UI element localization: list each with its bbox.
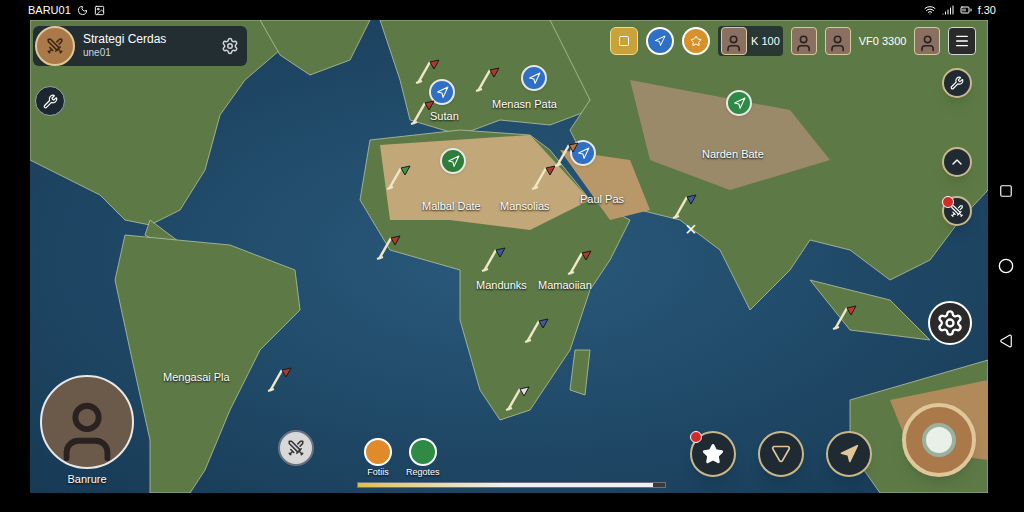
clock: f.30 <box>978 2 996 19</box>
attack-button[interactable] <box>942 196 972 226</box>
tools-icon <box>950 76 964 90</box>
commander-portrait[interactable] <box>40 375 134 469</box>
unit-icon <box>528 72 541 85</box>
item-slot[interactable]: Regotes <box>406 438 440 480</box>
item-slot[interactable]: Fotiis <box>364 438 392 480</box>
close-mark[interactable]: × <box>685 219 697 239</box>
back-icon[interactable] <box>999 334 1013 348</box>
crossed-tools-icon <box>287 439 305 457</box>
status-bar: BARU01 f.30 <box>0 0 1024 20</box>
commander-name: Banrure <box>67 471 106 488</box>
leader-portrait[interactable] <box>721 27 747 55</box>
map-label: Paul Pas <box>580 191 624 208</box>
player-portrait[interactable] <box>914 27 940 55</box>
map-label: Mamaoiian <box>538 277 592 294</box>
globe-icon[interactable] <box>646 27 674 55</box>
profile-subtitle: une01 <box>83 47 213 60</box>
person-icon <box>918 33 937 54</box>
wifi-icon <box>924 4 936 16</box>
battery-icon <box>960 4 972 16</box>
map-badge[interactable] <box>521 65 547 91</box>
person-icon <box>724 33 743 54</box>
arrow-icon <box>839 444 859 464</box>
flag-icon[interactable] <box>829 302 859 332</box>
person-icon <box>828 33 847 54</box>
resource-bar: K 100 VF0 3300 <box>610 26 976 56</box>
world-map[interactable] <box>30 20 988 493</box>
flag-icon[interactable] <box>472 64 502 94</box>
unit-icon <box>436 86 449 99</box>
image-icon <box>94 5 105 16</box>
item-label: Regotes <box>406 466 440 480</box>
notification-icon <box>77 5 88 16</box>
ally-portrait[interactable] <box>791 27 817 55</box>
map-label: Menasn Pata <box>492 96 557 113</box>
flag-icon[interactable] <box>521 315 551 345</box>
alert-badge <box>690 431 702 443</box>
nav-bar <box>988 20 1024 512</box>
map-badge[interactable] <box>440 148 466 174</box>
flag-icon[interactable] <box>502 383 532 413</box>
item-icon <box>409 438 437 466</box>
item-icon <box>364 438 392 466</box>
compass-button[interactable] <box>278 430 314 466</box>
signal-icon <box>942 4 954 16</box>
map-label: Mengasai Pla <box>163 369 230 386</box>
favorite-button[interactable] <box>690 431 736 477</box>
map-label: Narden Bate <box>702 146 764 163</box>
map-label: Mandunks <box>476 277 527 294</box>
home-icon[interactable] <box>998 258 1014 274</box>
flag-icon[interactable] <box>373 232 403 262</box>
recents-icon[interactable] <box>999 184 1013 198</box>
map-label: Malbal Date <box>422 198 481 215</box>
flag-icon[interactable] <box>478 244 508 274</box>
unit-icon <box>577 147 590 160</box>
resource-count: VF0 3300 <box>859 33 907 50</box>
unit-icon <box>733 97 746 110</box>
profile-panel[interactable]: Strategi Cerdasune01 <box>33 26 247 66</box>
progress-bar <box>357 482 666 488</box>
flag-icon[interactable] <box>264 364 294 394</box>
carrier: BARU01 <box>28 2 71 19</box>
gear-icon[interactable] <box>221 37 239 55</box>
target-icon <box>922 423 956 457</box>
flag-icon[interactable] <box>528 162 558 192</box>
wrench-icon <box>43 94 58 109</box>
flag-icon[interactable] <box>551 139 581 169</box>
person-icon <box>52 397 122 467</box>
tools-button[interactable] <box>35 86 65 116</box>
gear-icon <box>936 309 964 337</box>
profile-title: Strategi Cerdas <box>83 32 213 47</box>
defend-button[interactable] <box>758 431 804 477</box>
advance-button[interactable] <box>826 431 872 477</box>
emblem-icon <box>35 26 75 66</box>
unit-icon <box>447 155 460 168</box>
main-action-button[interactable] <box>902 403 976 477</box>
resource-count: K 100 <box>751 33 780 50</box>
shield-icon <box>771 444 791 464</box>
move-button[interactable] <box>942 147 972 177</box>
ally-portrait[interactable] <box>825 27 851 55</box>
flag-icon[interactable] <box>412 56 442 86</box>
map-label: Sutan <box>430 108 459 125</box>
item-label: Fotiis <box>367 466 389 480</box>
screen: BARU01 f.30 Sutan Menasn Pata Narden Bate Mal… <box>0 0 1024 512</box>
star-icon <box>702 443 724 465</box>
map-label: Mansolias <box>500 198 550 215</box>
alert-badge <box>942 196 954 208</box>
person-icon <box>794 33 813 54</box>
flag-icon[interactable] <box>669 191 699 221</box>
map-badge[interactable] <box>726 90 752 116</box>
menu-icon <box>954 33 970 49</box>
arrow-icon <box>949 154 965 170</box>
gold-icon[interactable] <box>610 27 638 55</box>
flag-icon[interactable] <box>383 162 413 192</box>
build-button[interactable] <box>942 68 972 98</box>
game-view[interactable]: Sutan Menasn Pata Narden Bate Malbal Date Ma… <box>30 20 988 493</box>
flag-icon[interactable] <box>564 247 594 277</box>
progress-fill <box>358 483 653 487</box>
menu-button[interactable] <box>948 27 976 55</box>
settings-button[interactable] <box>928 301 972 345</box>
shield-icon[interactable] <box>682 27 710 55</box>
